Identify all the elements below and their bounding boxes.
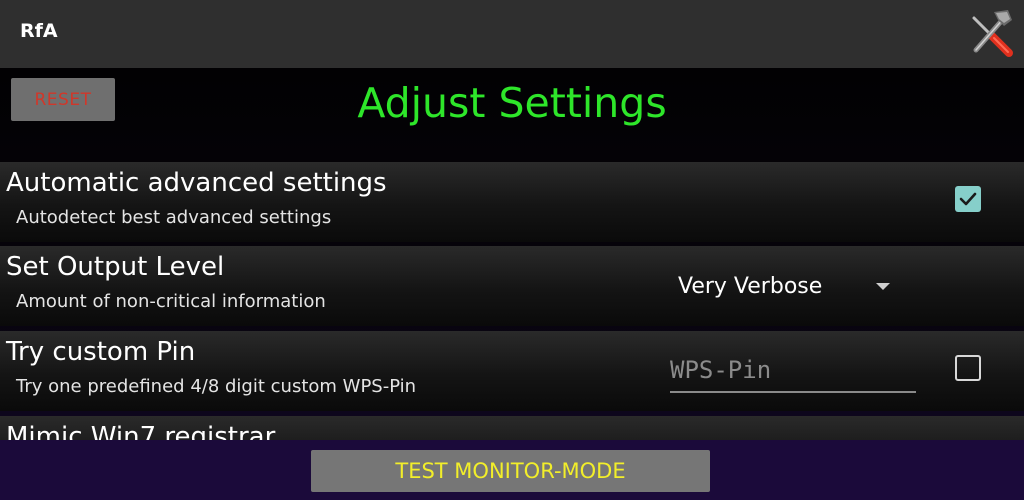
app-title: RfA <box>20 20 58 42</box>
output-level-value: Very Verbose <box>678 274 823 299</box>
setting-row-automatic-advanced[interactable]: Automatic advanced settings Autodetect b… <box>0 162 1024 242</box>
wps-pin-input[interactable] <box>670 349 916 393</box>
bottom-bar: TEST MONITOR-MODE <box>0 440 1024 500</box>
setting-title: Try custom Pin <box>6 337 196 367</box>
custom-pin-checkbox[interactable] <box>955 355 981 381</box>
checkmark-icon <box>959 192 977 206</box>
setting-row-custom-pin: Try custom Pin Try one predefined 4/8 di… <box>0 331 1024 411</box>
setting-subtitle: Autodetect best advanced settings <box>16 207 332 228</box>
setting-row-output-level: Set Output Level Amount of non-critical … <box>0 246 1024 326</box>
setting-title: Set Output Level <box>6 252 225 282</box>
automatic-advanced-checkbox[interactable] <box>955 186 981 212</box>
hammer-screwdriver-icon[interactable] <box>964 8 1016 60</box>
reset-button[interactable]: RESET <box>11 78 115 121</box>
setting-subtitle: Amount of non-critical information <box>16 291 326 312</box>
output-level-dropdown[interactable]: Very Verbose <box>672 270 902 306</box>
page-title: Adjust Settings <box>357 79 667 127</box>
app-root: RfA RESET Adjust Settings Automatic adva… <box>0 0 1024 500</box>
test-monitor-mode-button[interactable]: TEST MONITOR-MODE <box>311 450 710 492</box>
setting-subtitle: Try one predefined 4/8 digit custom WPS-… <box>16 376 417 397</box>
dropdown-arrow-icon <box>876 283 890 290</box>
setting-title: Automatic advanced settings <box>6 168 387 198</box>
app-bar: RfA <box>0 0 1024 68</box>
